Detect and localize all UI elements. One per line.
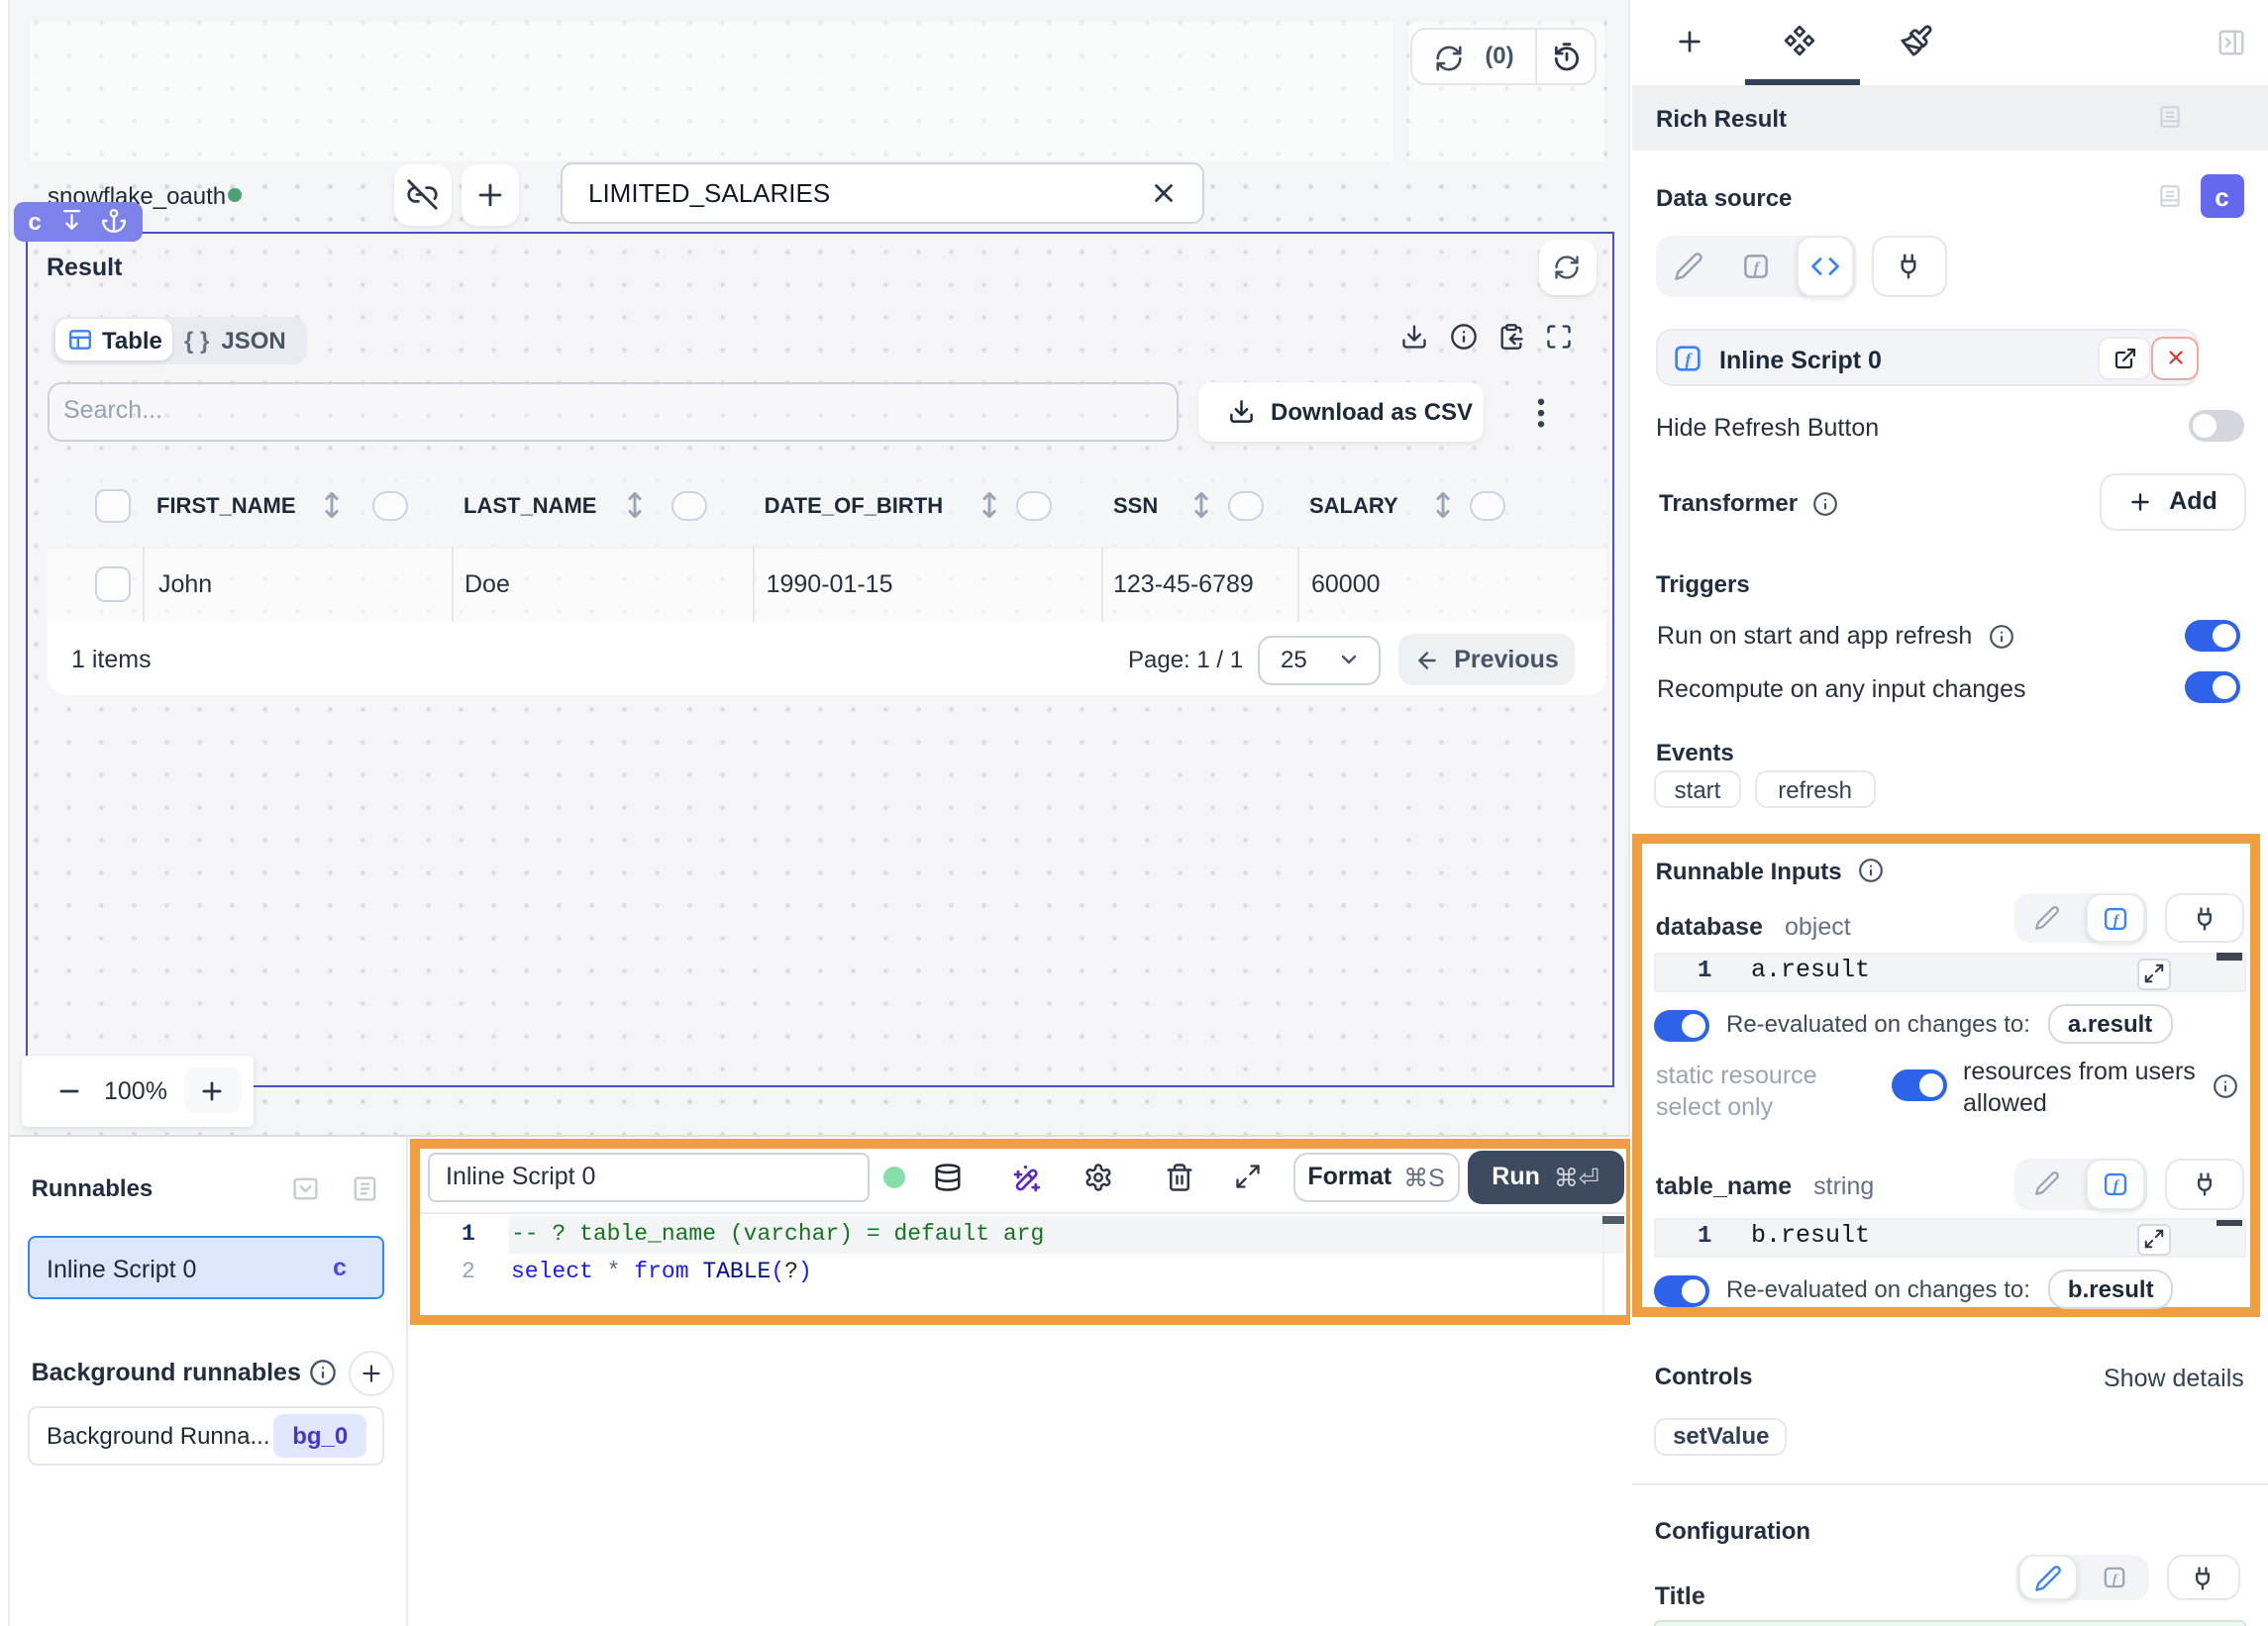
svg-text:f: f	[2113, 1177, 2120, 1194]
svg-text:f: f	[1753, 257, 1760, 275]
svg-text:f: f	[2113, 1571, 2118, 1585]
svg-text:f: f	[2113, 911, 2120, 928]
svg-text:f: f	[1686, 350, 1694, 368]
